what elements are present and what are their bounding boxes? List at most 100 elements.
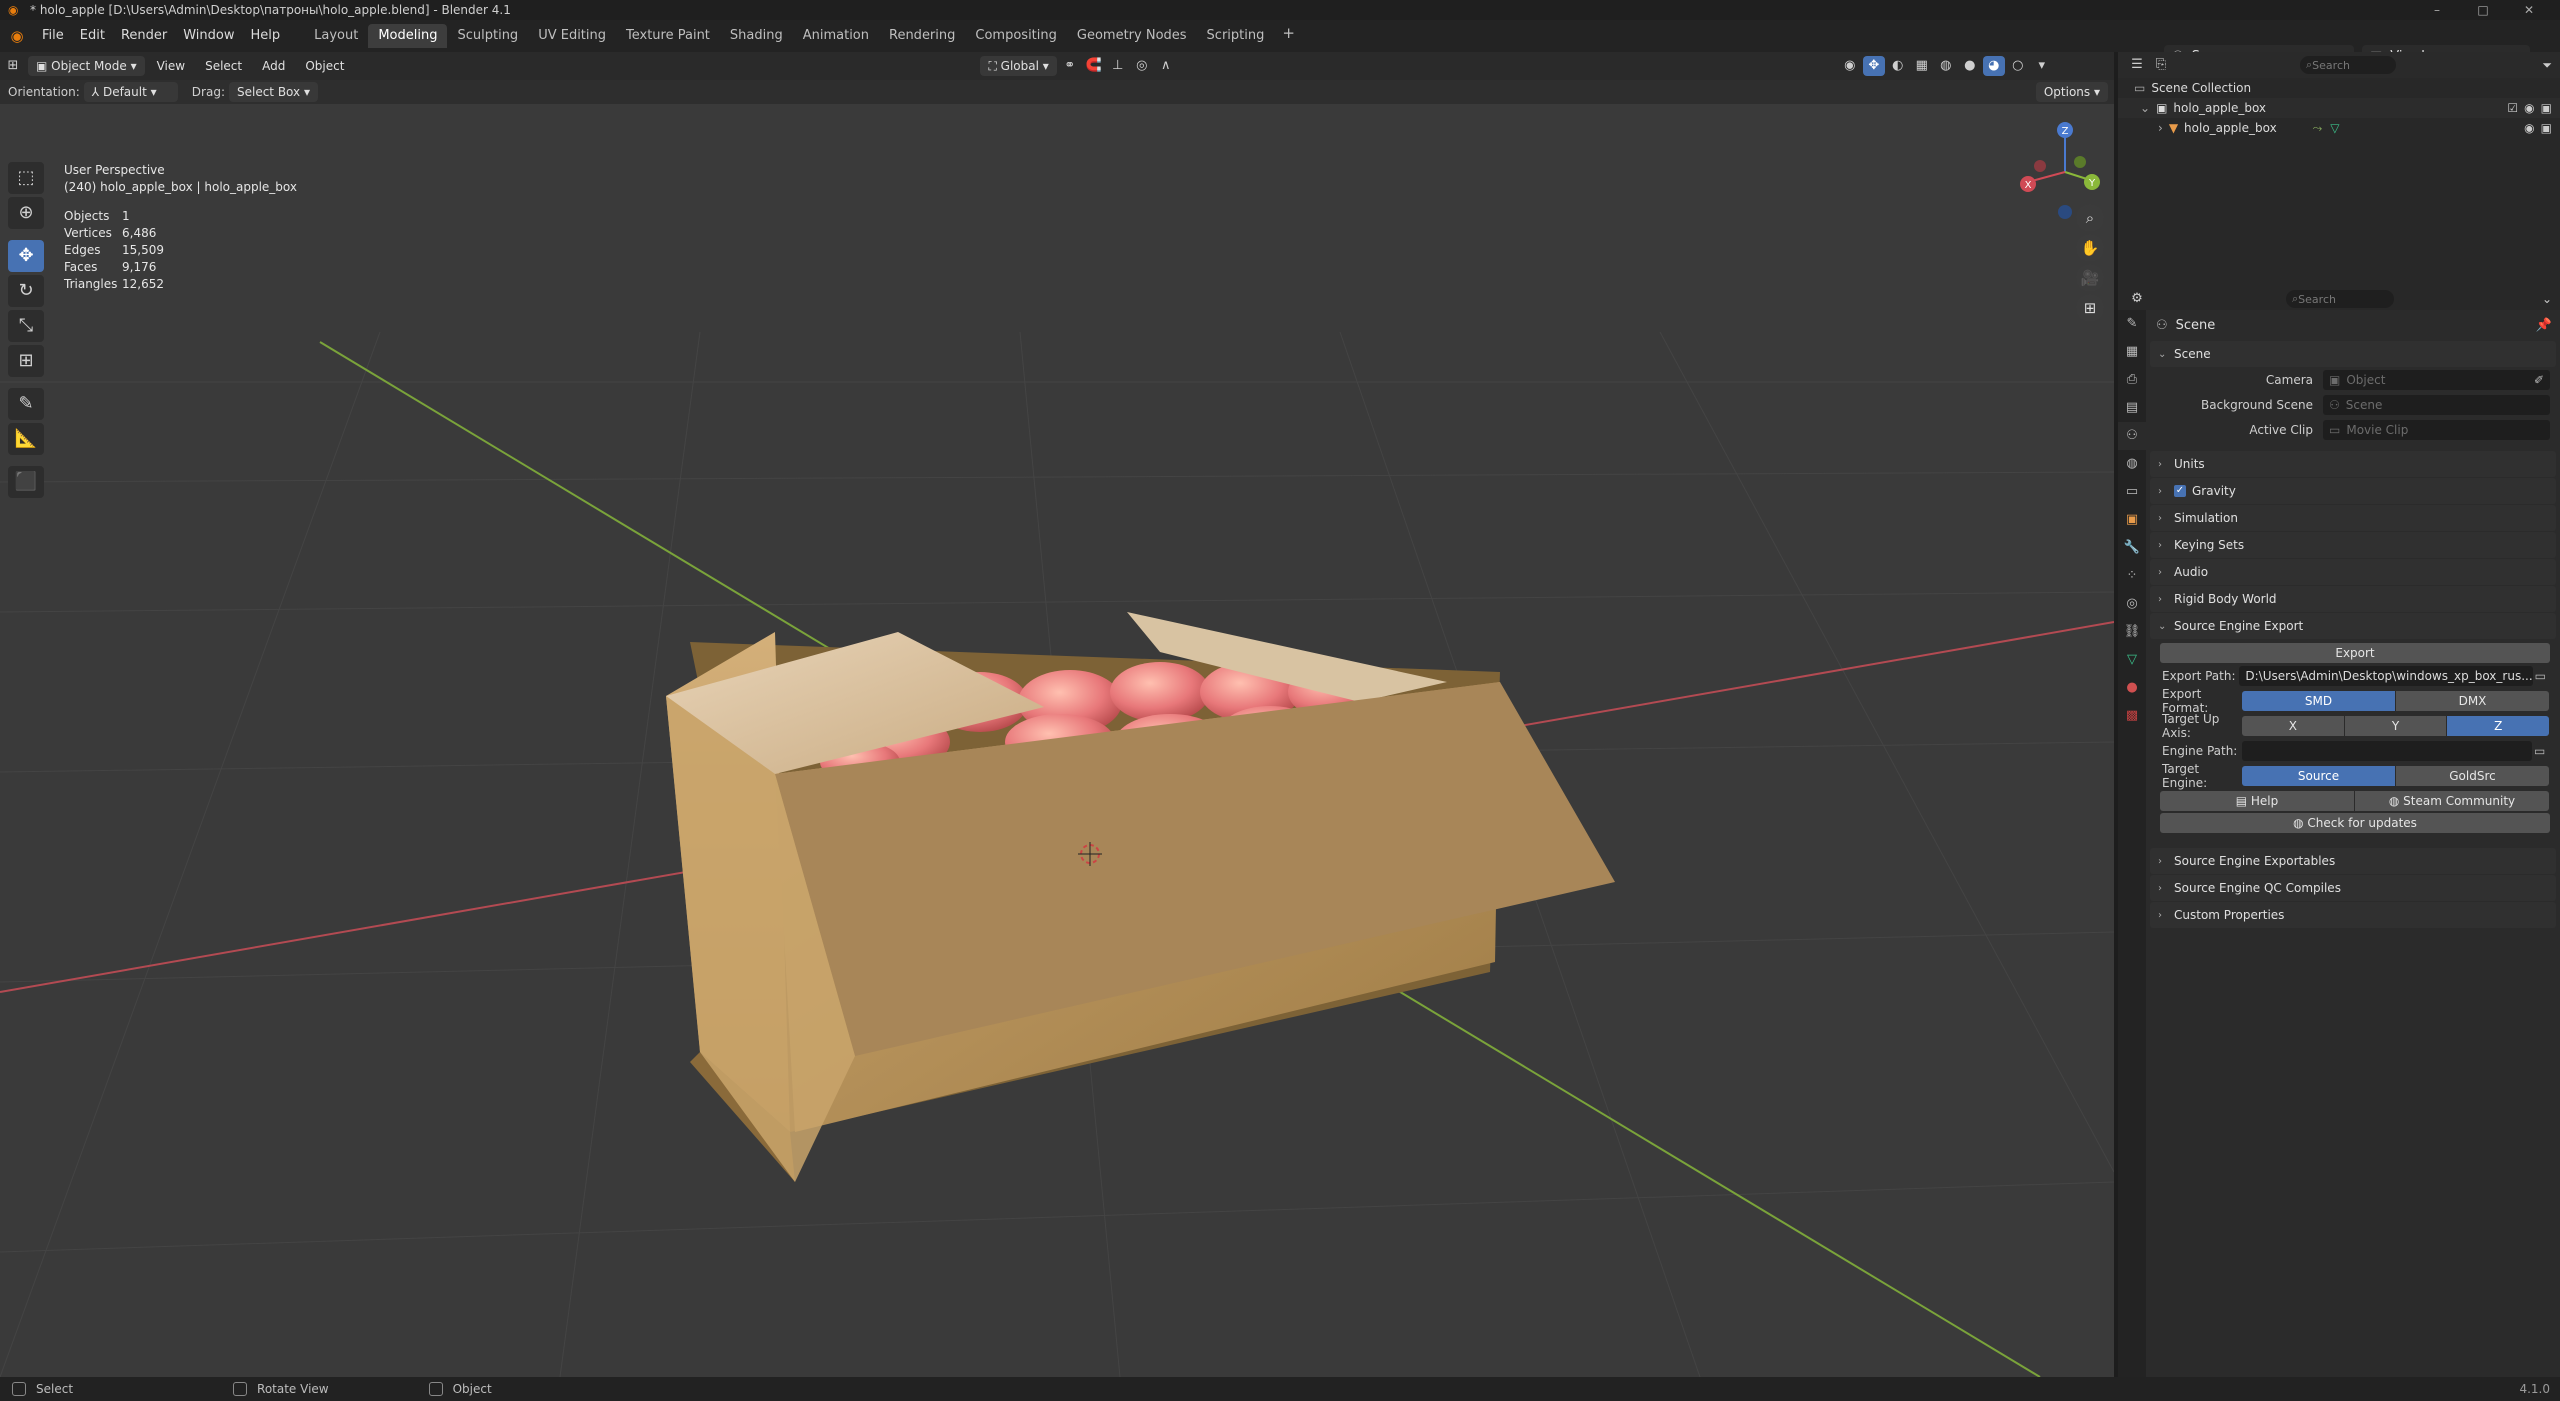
eye-icon[interactable]: ◉ — [2524, 101, 2534, 115]
particles-tab-icon[interactable]: ⁘ — [2118, 562, 2146, 590]
drag-dropdown[interactable]: Select Box ▾ — [228, 82, 318, 102]
material-tab-icon[interactable]: ● — [2118, 674, 2146, 702]
active-clip-field[interactable]: ▭ Movie Clip — [2323, 419, 2550, 440]
pivot-point-icon[interactable]: ⚭ — [1059, 56, 1081, 76]
folder-icon[interactable]: ▭ — [2534, 744, 2554, 758]
editor-type-icon[interactable]: ⊞ — [2, 56, 24, 76]
check-for-updates-button[interactable]: ◍ Check for updates — [2160, 813, 2550, 833]
chevron-right-icon[interactable]: › — [2158, 121, 2163, 135]
filter-icon[interactable]: ⏷ — [2542, 58, 2552, 73]
format-dmx-option[interactable]: DMX — [2396, 690, 2549, 711]
export-button[interactable]: Export — [2160, 643, 2550, 663]
3d-viewport[interactable]: ⊞ ▣ Object Mode ▾ View Select Add Object… — [0, 52, 2114, 1377]
snap-icon[interactable]: 🧲 — [1083, 56, 1105, 76]
tool-tab-icon[interactable]: ✎ — [2118, 310, 2146, 338]
data-tab-icon[interactable]: ▽ — [2118, 646, 2146, 674]
menu-view[interactable]: View — [149, 56, 193, 76]
outliner-row-collection[interactable]: ⌄ ▣ holo_apple_box ☑ ◉ ▣ — [2118, 98, 2560, 118]
perspective-toggle-icon[interactable]: ⊞ — [2076, 294, 2104, 322]
menu-window[interactable]: Window — [175, 25, 242, 47]
select-box-tool-icon[interactable]: ⬚ — [8, 162, 44, 194]
mode-dropdown[interactable]: ▣ Object Mode ▾ — [28, 56, 145, 76]
steam-community-button[interactable]: ◍ Steam Community — [2355, 790, 2549, 811]
tab-scripting[interactable]: Scripting — [1197, 24, 1275, 48]
axis-x-option[interactable]: X — [2242, 715, 2344, 736]
wireframe-shading-icon[interactable]: ◍ — [1935, 56, 1957, 76]
editor-type-icon[interactable]: ☰ — [2126, 55, 2148, 75]
blender-menu-icon[interactable]: ◉ — [0, 27, 34, 45]
eyedropper-icon[interactable]: ✐ — [2534, 373, 2544, 387]
tab-compositing[interactable]: Compositing — [965, 24, 1067, 48]
falloff-icon[interactable]: ∧ — [1155, 56, 1177, 76]
orientation-dropdown[interactable]: ⅄ Default ▾ — [83, 82, 178, 102]
tab-rendering[interactable]: Rendering — [879, 24, 965, 48]
panel-units[interactable]: › Units — [2150, 451, 2556, 477]
panel-gravity[interactable]: › ✓ Gravity — [2150, 478, 2556, 504]
measure-tool-icon[interactable]: 📐 — [8, 423, 44, 455]
eye-icon[interactable]: ◉ — [2524, 121, 2534, 135]
chevron-down-icon[interactable]: ⌄ — [2140, 101, 2150, 115]
move-tool-icon[interactable]: ✥ — [8, 240, 44, 272]
export-path-field[interactable]: D:\Users\Admin\Desktop\windows_xp_box_ru… — [2239, 665, 2533, 686]
panel-source-engine-exportables[interactable]: › Source Engine Exportables — [2150, 848, 2556, 874]
editor-type-icon[interactable]: ⚙ — [2126, 289, 2148, 309]
help-button[interactable]: ▤ Help — [2160, 790, 2354, 811]
physics-tab-icon[interactable]: ◎ — [2118, 590, 2146, 618]
modifier-tab-icon[interactable]: 🔧 — [2118, 534, 2146, 562]
scale-tool-icon[interactable]: ⤡ — [8, 310, 44, 342]
output-tab-icon[interactable]: ⎙ — [2118, 366, 2146, 394]
panel-audio[interactable]: › Audio — [2150, 559, 2556, 585]
tab-modeling[interactable]: Modeling — [368, 24, 448, 48]
shading-options-icon[interactable]: ▾ — [2031, 56, 2053, 76]
tab-animation[interactable]: Animation — [793, 24, 879, 48]
gravity-checkbox[interactable]: ✓ — [2174, 485, 2186, 497]
background-scene-field[interactable]: ⚇ Scene — [2323, 394, 2550, 415]
tab-sculpting[interactable]: Sculpting — [447, 24, 528, 48]
maximize-button[interactable]: □ — [2460, 0, 2506, 20]
visibility-icon[interactable]: ◉ — [1839, 56, 1861, 76]
menu-add[interactable]: Add — [254, 56, 293, 76]
panel-keying-sets[interactable]: › Keying Sets — [2150, 532, 2556, 558]
format-smd-option[interactable]: SMD — [2242, 690, 2395, 711]
gizmo-toggle-icon[interactable]: ✥ — [1862, 56, 1885, 76]
panel-source-engine-qc-compiles[interactable]: › Source Engine QC Compiles — [2150, 875, 2556, 901]
collection-tab-icon[interactable]: ▭ — [2118, 478, 2146, 506]
axis-z-option[interactable]: Z — [2447, 715, 2550, 736]
zoom-icon[interactable]: ⌕ — [2076, 204, 2104, 232]
panel-simulation[interactable]: › Simulation — [2150, 505, 2556, 531]
annotate-tool-icon[interactable]: ✎ — [8, 388, 44, 420]
rotate-tool-icon[interactable]: ↻ — [8, 275, 44, 307]
panel-custom-properties[interactable]: › Custom Properties — [2150, 902, 2556, 928]
menu-edit[interactable]: Edit — [72, 25, 113, 47]
menu-file[interactable]: File — [34, 25, 72, 47]
outliner-row-scene-collection[interactable]: ▭ Scene Collection — [2118, 78, 2560, 98]
display-mode-icon[interactable]: ⎘ — [2150, 55, 2172, 75]
cursor-tool-icon[interactable]: ⊕ — [8, 197, 44, 229]
properties-search-input[interactable]: ⌕ Search — [2286, 290, 2394, 308]
object-tab-icon[interactable]: ▣ — [2118, 506, 2146, 534]
texture-tab-icon[interactable]: ▩ — [2118, 702, 2146, 730]
camera-icon[interactable]: ▣ — [2541, 101, 2552, 115]
outliner-row-object[interactable]: › ▼ holo_apple_box ⤳ ▽ ◉ ▣ — [2118, 118, 2560, 138]
menu-help[interactable]: Help — [243, 25, 289, 47]
engine-source-option[interactable]: Source — [2242, 765, 2395, 786]
world-tab-icon[interactable]: ◍ — [2118, 450, 2146, 478]
engine-path-field[interactable] — [2242, 740, 2532, 761]
engine-goldsrc-option[interactable]: GoldSrc — [2396, 765, 2549, 786]
outliner-search-input[interactable]: ⌕ Search — [2300, 56, 2396, 74]
tab-geometry-nodes[interactable]: Geometry Nodes — [1067, 24, 1197, 48]
panel-rigid-body-world[interactable]: › Rigid Body World — [2150, 586, 2556, 612]
camera-field[interactable]: ▣ Object ✐ — [2323, 369, 2550, 390]
material-shading-icon[interactable]: ◕ — [1982, 56, 2005, 76]
solid-shading-icon[interactable]: ● — [1959, 56, 1981, 76]
tab-shading[interactable]: Shading — [720, 24, 793, 48]
chevron-down-icon[interactable]: ⌄ — [2542, 292, 2552, 306]
render-tab-icon[interactable]: ▦ — [2118, 338, 2146, 366]
camera-icon[interactable]: ▣ — [2541, 121, 2552, 135]
folder-icon[interactable]: ▭ — [2535, 669, 2554, 683]
view-layer-tab-icon[interactable]: ▤ — [2118, 394, 2146, 422]
overlay-toggle-icon[interactable]: ◐ — [1887, 56, 1909, 76]
scene-tab-icon[interactable]: ⚇ — [2118, 422, 2146, 450]
proportional-edit-icon[interactable]: ◎ — [1131, 56, 1153, 76]
xray-icon[interactable]: ▦ — [1911, 56, 1933, 76]
